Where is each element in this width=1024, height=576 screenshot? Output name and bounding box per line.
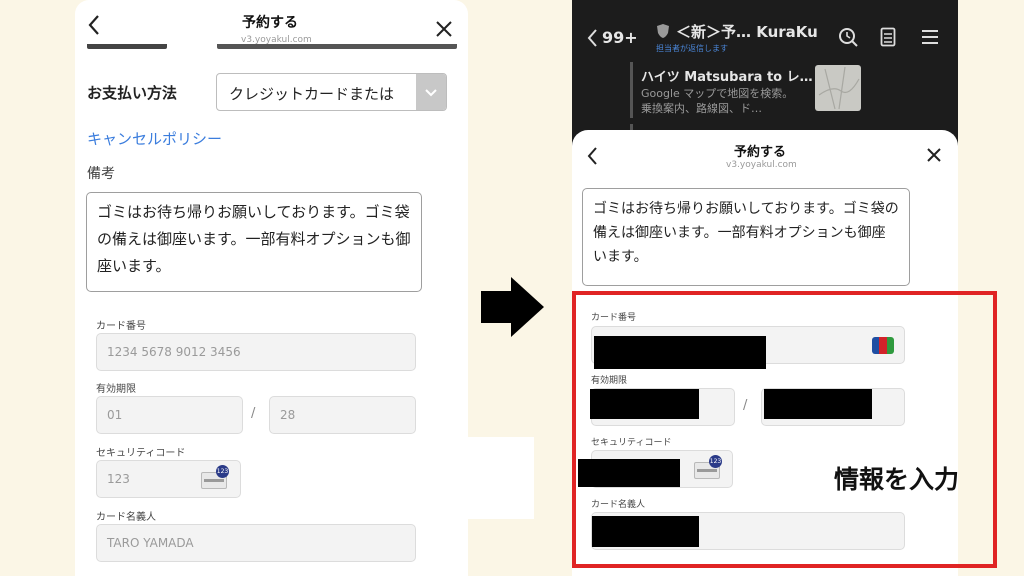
right-arrow-icon [481,277,544,341]
card-number-input[interactable]: 1234 5678 9012 3456 [96,333,416,371]
back-chevron-icon[interactable] [586,146,598,170]
unread-count: 99+ [602,28,638,47]
chevron-down-icon [416,74,446,110]
card-holder-label: カード名義人 [96,512,156,523]
page-title: 予約する [734,145,787,160]
menu-icon[interactable] [921,29,939,49]
expiry-label: 有効期限 [96,384,136,395]
left-screen: 予約する v3.yoyakul.com お支払い方法 クレジットカードまたは キ… [75,0,468,576]
cutoff-row [87,44,457,56]
map-thumbnail [815,65,861,111]
expiry-month-input[interactable]: 01 [96,396,243,434]
payment-method-value: クレジットカードまたは [229,85,395,103]
cvc-badge: 123 [216,465,229,478]
highlight-box [572,291,997,568]
remarks-text: ゴミはお待ち帰りお願いしております。ゴミ袋の備えは御座います。一部有料オプション… [582,188,910,286]
back-chevron-icon[interactable] [586,28,598,52]
security-code-input[interactable]: 123 123 [96,460,241,498]
notes-icon[interactable] [880,27,896,51]
link-preview-desc: Google マップで地図を検索。乗換案内、路線図、ド… [641,87,794,115]
white-patch [468,437,534,519]
card-holder-input[interactable]: TARO YAMADA [96,524,416,562]
payment-method-select[interactable]: クレジットカードまたは [216,73,447,111]
chat-subtitle: 担当者が返信します [656,44,728,53]
link-preview-title: ハイツ Matsubara to レ… [641,70,813,85]
page-url: v3.yoyakul.com [726,160,797,170]
link-preview[interactable]: ハイツ Matsubara to レ… Google マップで地図を検索。乗換案… [630,62,866,118]
security-code-placeholder: 123 [107,472,130,486]
search-icon[interactable] [838,27,858,51]
remarks-label: 備考 [87,166,115,182]
close-icon[interactable] [926,147,942,167]
payment-method-label: お支払い方法 [87,84,178,102]
card-number-label: カード番号 [96,321,146,332]
page-title: 予約する [242,15,298,31]
annotation-text: 情報を入力 [834,465,960,494]
remarks-text: ゴミはお待ち帰りお願いしております。ゴミ袋の備えは御座います。一部有料オプション… [86,192,422,292]
expiry-year-input[interactable]: 28 [269,396,416,434]
security-code-label: セキュリティコード [96,448,186,459]
expiry-slash: / [251,406,256,421]
shield-icon [656,23,670,43]
chat-title: ＜新＞予… KuraKu [676,23,818,41]
back-chevron-icon[interactable] [87,14,101,40]
cancel-policy-link[interactable]: キャンセルポリシー [87,128,222,149]
close-icon[interactable] [435,20,453,42]
